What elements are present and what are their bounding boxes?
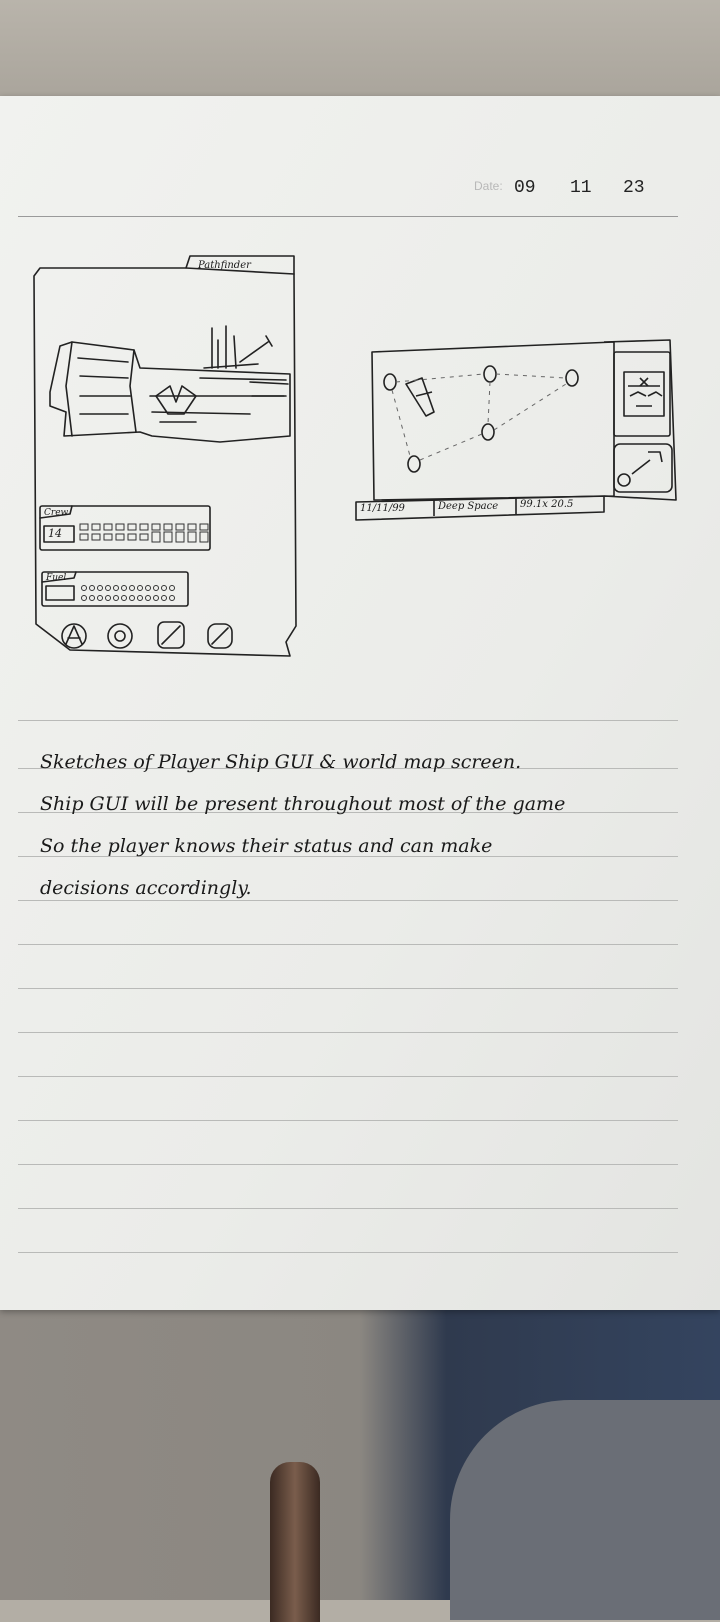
note-line-1: Sketches of Player Ship GUI & world map … — [40, 751, 522, 773]
map-status-date: 11/11/99 — [360, 503, 405, 514]
map-status-location: Deep Space — [438, 501, 499, 512]
world-map-drawing — [355, 339, 677, 521]
table-leg — [270, 1462, 320, 1622]
ruled-line — [18, 1120, 678, 1121]
ruled-line — [18, 1252, 678, 1253]
ruled-line — [18, 944, 678, 945]
ruled-line — [18, 988, 678, 989]
map-status-coords: 99.1x 20.5 — [520, 499, 574, 510]
notebook-page: Date: 09 11 23 Pathfinder Crew 14 Fuel 1… — [0, 96, 720, 1310]
background-carpet-top — [0, 0, 720, 96]
ruled-line — [18, 1208, 678, 1209]
sleeve-shadow — [450, 1400, 720, 1620]
ruled-line — [18, 1076, 678, 1077]
note-line-2: Ship GUI will be present throughout most… — [40, 793, 566, 815]
ruled-line — [18, 1164, 678, 1165]
note-line-3: So the player knows their status and can… — [40, 835, 493, 857]
ruled-line — [18, 720, 678, 721]
ruled-line — [18, 1032, 678, 1033]
handwritten-notes: Sketches of Player Ship GUI & world map … — [40, 741, 710, 909]
note-line-4: decisions accordingly. — [40, 877, 252, 899]
